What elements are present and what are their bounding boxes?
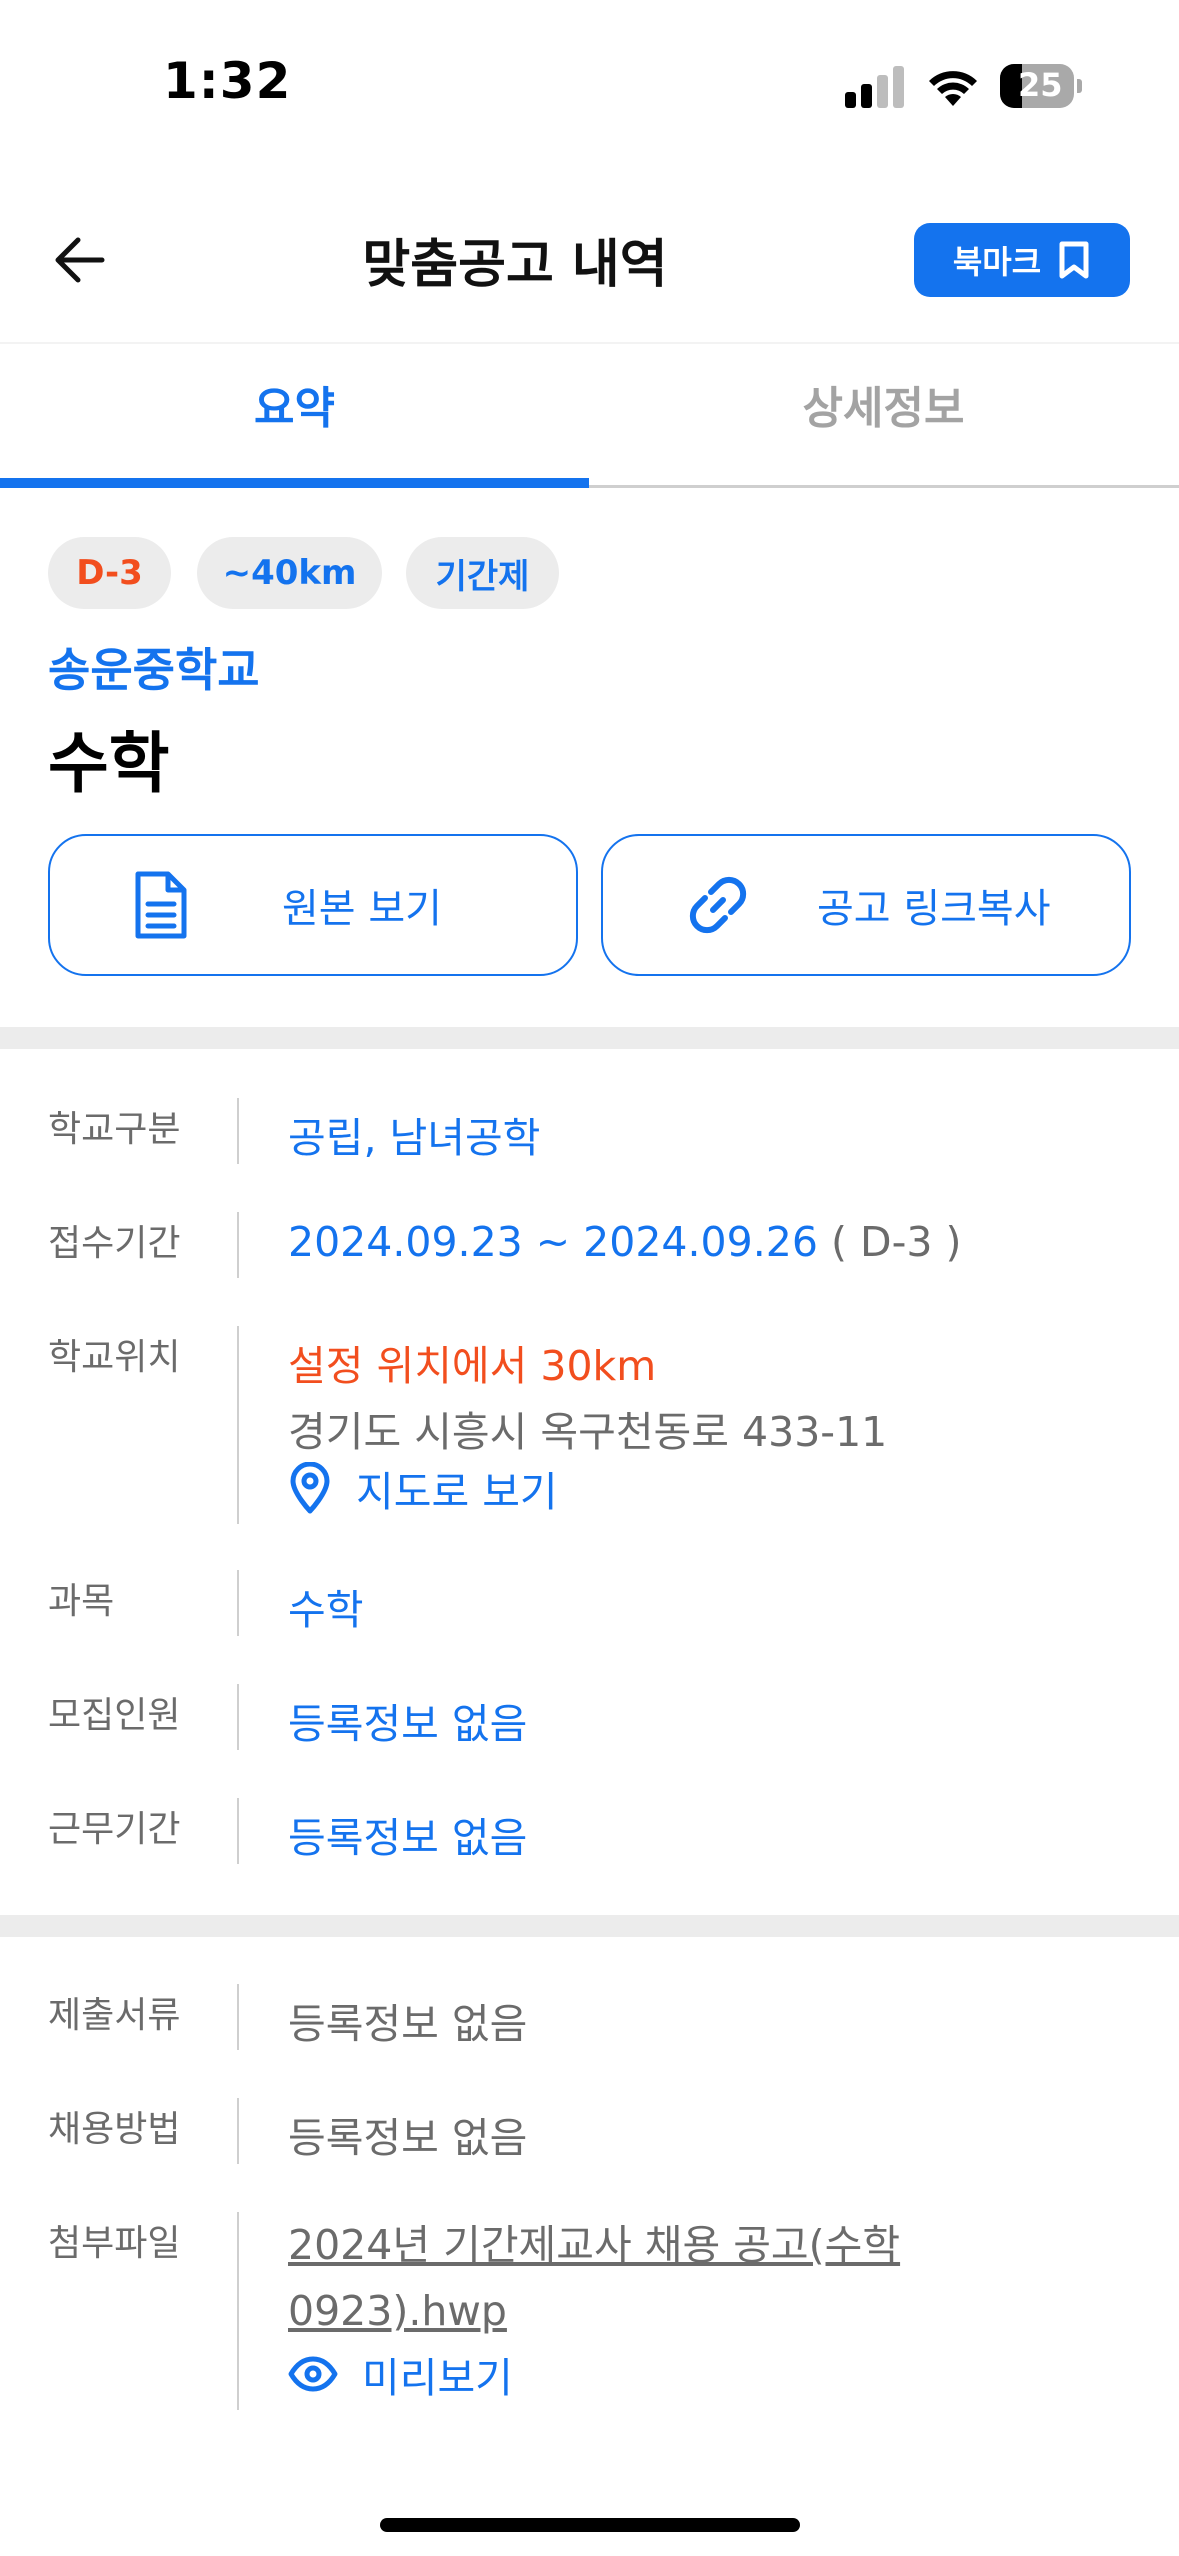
row-divider bbox=[237, 1570, 239, 1636]
employment-type-chip: 기간제 bbox=[406, 537, 559, 609]
row-divider bbox=[237, 2098, 239, 2164]
row-divider bbox=[237, 1684, 239, 1750]
row-divider bbox=[237, 1798, 239, 1864]
row-divider bbox=[237, 1326, 239, 1524]
battery-level: 25 bbox=[1018, 66, 1063, 104]
location-label: 학교위치 bbox=[48, 1337, 181, 1378]
row-divider bbox=[237, 1984, 239, 2050]
school-type-label: 학교구분 bbox=[48, 1109, 181, 1150]
location-address: 경기도 시흥시 옥구천동로 433-11 bbox=[288, 1408, 888, 1456]
document-icon bbox=[132, 870, 190, 940]
status-time: 1:32 bbox=[163, 52, 292, 110]
course-label: 과목 bbox=[48, 1581, 115, 1622]
map-pin-icon bbox=[290, 1462, 330, 1514]
work-period-label: 근무기간 bbox=[48, 1809, 181, 1850]
tab-active-indicator bbox=[0, 478, 589, 488]
row-divider bbox=[237, 1212, 239, 1278]
view-original-button[interactable]: 원본 보기 bbox=[48, 834, 578, 976]
deadline-chip: D-3 bbox=[48, 537, 171, 609]
period-dates: 2024.09.23 ~ 2024.09.26 bbox=[288, 1218, 818, 1266]
copy-link-button[interactable]: 공고 링크복사 bbox=[601, 834, 1131, 976]
view-map-link[interactable]: 지도로 보기 bbox=[288, 1458, 558, 1518]
bookmark-button[interactable]: 북마크 bbox=[914, 223, 1130, 297]
recruits-value: 등록정보 없음 bbox=[288, 1700, 528, 1748]
copy-link-label: 공고 링크복사 bbox=[817, 886, 1051, 932]
attachment-file-link[interactable]: 2024년 기간제교사 채용 공고(수학0923).hwp bbox=[288, 2212, 1008, 2344]
battery-icon: 25 bbox=[1000, 64, 1074, 108]
subject-title: 수학 bbox=[48, 725, 170, 802]
section-divider bbox=[0, 1915, 1179, 1937]
section-divider bbox=[0, 1027, 1179, 1049]
preview-link[interactable]: 미리보기 bbox=[288, 2344, 513, 2404]
header-divider bbox=[0, 342, 1179, 344]
row-divider bbox=[237, 1098, 239, 1164]
cellular-signal-icon bbox=[845, 64, 905, 108]
view-original-label: 원본 보기 bbox=[282, 886, 442, 932]
link-icon bbox=[683, 870, 753, 940]
home-indicator[interactable] bbox=[380, 2518, 800, 2532]
row-divider bbox=[237, 2212, 239, 2410]
tab-detail[interactable]: 상세정보 bbox=[589, 372, 1178, 436]
school-name: 송운중학교 bbox=[48, 643, 260, 697]
course-value: 수학 bbox=[288, 1586, 364, 1634]
period-value: 2024.09.23 ~ 2024.09.26 ( D-3 ) bbox=[288, 1218, 961, 1266]
work-period-value: 등록정보 없음 bbox=[288, 1814, 528, 1862]
preview-label: 미리보기 bbox=[362, 2354, 513, 2402]
method-label: 채용방법 bbox=[48, 2109, 181, 2150]
wifi-icon bbox=[925, 62, 981, 110]
bookmark-icon bbox=[1059, 241, 1089, 279]
location-distance: 설정 위치에서 30km bbox=[288, 1342, 657, 1390]
documents-label: 제출서류 bbox=[48, 1995, 181, 2036]
view-map-label: 지도로 보기 bbox=[356, 1468, 558, 1516]
attachment-label: 첨부파일 bbox=[48, 2223, 181, 2264]
bookmark-label: 북마크 bbox=[952, 243, 1042, 281]
battery-tip bbox=[1077, 79, 1082, 93]
recruits-label: 모집인원 bbox=[48, 1695, 181, 1736]
page-title: 맞춤공고 내역 bbox=[362, 235, 668, 295]
tab-summary[interactable]: 요약 bbox=[0, 372, 589, 436]
period-dday: ( D-3 ) bbox=[830, 1218, 962, 1266]
method-value: 등록정보 없음 bbox=[288, 2114, 528, 2162]
eye-icon bbox=[288, 2356, 338, 2392]
school-type-value: 공립, 남녀공학 bbox=[288, 1114, 541, 1162]
distance-chip: ~40km bbox=[197, 537, 382, 609]
period-label: 접수기간 bbox=[48, 1223, 181, 1264]
documents-value: 등록정보 없음 bbox=[288, 2000, 528, 2048]
